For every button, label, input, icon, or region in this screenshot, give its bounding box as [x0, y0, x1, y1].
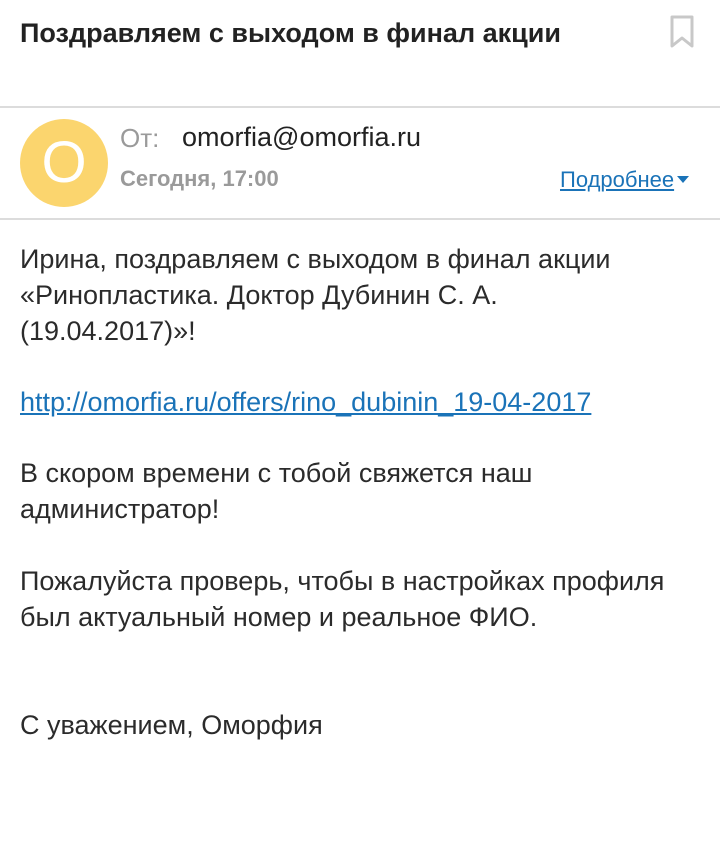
caret-down-icon — [677, 175, 690, 183]
body-paragraph: В скором времени с тобой свяжется наш ад… — [20, 458, 533, 524]
details-link[interactable]: Подробнее — [560, 167, 690, 193]
email-date: Сегодня, 17:00 — [120, 166, 279, 191]
email-subject: Поздравляем с выходом в финал акции — [20, 18, 561, 48]
details-label: Подробнее — [560, 167, 675, 192]
sender-email: omorfia@omorfia.ru — [182, 122, 421, 152]
subject-header: Поздравляем с выходом в финал акции — [0, 0, 720, 108]
from-label: От: — [120, 123, 160, 153]
signature: С уважением, Оморфия — [20, 710, 323, 740]
email-view: Поздравляем с выходом в финал акции O От… — [0, 0, 720, 844]
sender-avatar: O — [20, 119, 108, 207]
body-paragraph: Ирина, поздравляем с выходом в финал акц… — [20, 244, 611, 346]
bookmark-icon[interactable] — [668, 14, 696, 50]
offer-link[interactable]: http://omorfia.ru/offers/rino_dubinin_19… — [20, 384, 591, 420]
divider — [0, 218, 720, 220]
divider — [0, 106, 720, 108]
body-paragraph: Пожалуйста проверь, чтобы в настройках п… — [20, 566, 665, 632]
